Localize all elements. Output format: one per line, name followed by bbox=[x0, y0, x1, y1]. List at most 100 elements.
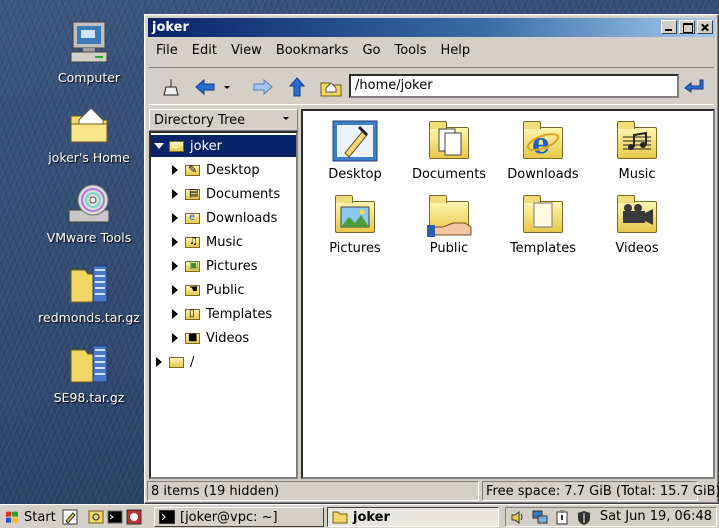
pictures-folder-icon bbox=[331, 191, 379, 239]
clock[interactable]: Sat Jun 19, 06:48 bbox=[600, 509, 712, 524]
tree-item-label: joker bbox=[190, 138, 222, 154]
expander-closed-icon[interactable] bbox=[153, 356, 165, 368]
tree-item-public[interactable]: ☚ Public bbox=[151, 279, 296, 301]
home-folder-icon bbox=[65, 100, 113, 148]
taskbar: Start [joker@vpc: ~] joker Sat Jun 19, 0… bbox=[0, 504, 719, 528]
tree-item-label: Videos bbox=[206, 330, 250, 346]
desktop-icon-computer[interactable]: Computer bbox=[34, 20, 144, 85]
title-bar[interactable]: joker bbox=[148, 18, 715, 37]
expander-closed-icon[interactable] bbox=[169, 284, 181, 296]
go-button[interactable] bbox=[682, 76, 706, 98]
clipboard-icon[interactable] bbox=[554, 510, 570, 525]
tree-item-label: Desktop bbox=[206, 162, 260, 178]
desktop-icon-home[interactable]: joker's Home bbox=[34, 100, 144, 165]
back-button[interactable] bbox=[193, 76, 217, 98]
window-controls bbox=[661, 20, 713, 34]
tree-item-root[interactable]: / bbox=[151, 351, 296, 373]
menu-view[interactable]: View bbox=[224, 40, 269, 62]
file-item-videos[interactable]: Videos bbox=[590, 191, 684, 256]
file-item-public[interactable]: Public bbox=[402, 191, 496, 256]
desktop-icon-label: Computer bbox=[57, 70, 121, 85]
clean-button[interactable] bbox=[159, 76, 183, 98]
menu-bar: File Edit View Bookmarks Go Tools Help bbox=[149, 40, 714, 62]
file-item-downloads[interactable]: e Downloads bbox=[496, 117, 590, 182]
desktop-folder-icon: ✎ bbox=[185, 163, 201, 177]
quicklaunch-system-icon[interactable] bbox=[126, 509, 142, 525]
volume-icon[interactable] bbox=[510, 510, 526, 525]
directory-tree-pane: Directory Tree ⌂ joker ✎ Desktop ▤ Docum… bbox=[149, 109, 298, 479]
address-field[interactable]: /home/joker bbox=[349, 74, 679, 98]
desktop-icon-se98[interactable]: SE98.tar.gz bbox=[34, 340, 144, 405]
forward-button[interactable] bbox=[251, 76, 275, 98]
menu-bookmarks[interactable]: Bookmarks bbox=[269, 40, 356, 62]
file-item-music[interactable]: Music bbox=[590, 117, 684, 182]
expander-closed-icon[interactable] bbox=[169, 212, 181, 224]
tree-item-music[interactable]: ♫ Music bbox=[151, 231, 296, 253]
expander-closed-icon[interactable] bbox=[169, 260, 181, 272]
tree-item-label: Public bbox=[206, 282, 245, 298]
file-item-templates[interactable]: Templates bbox=[496, 191, 590, 256]
start-logo-icon bbox=[6, 511, 18, 523]
tree-item-desktop[interactable]: ✎ Desktop bbox=[151, 159, 296, 181]
up-button[interactable] bbox=[285, 76, 309, 98]
task-button-file-manager[interactable]: joker bbox=[327, 507, 499, 527]
desktop-icon-redmonds[interactable]: redmonds.tar.gz bbox=[34, 260, 144, 325]
tree-item-pictures[interactable]: ▣ Pictures bbox=[151, 255, 296, 277]
tree-item-downloads[interactable]: e Downloads bbox=[151, 207, 296, 229]
tree-item-videos[interactable]: ■ Videos bbox=[151, 327, 296, 349]
maximize-button[interactable] bbox=[679, 20, 695, 34]
menu-edit[interactable]: Edit bbox=[185, 40, 224, 62]
quicklaunch-search-icon[interactable] bbox=[88, 509, 104, 525]
minimize-button[interactable] bbox=[661, 20, 677, 34]
status-free-space: Free space: 7.7 GiB (Total: 15.7 GiB) bbox=[482, 481, 719, 501]
menu-go[interactable]: Go bbox=[355, 40, 387, 62]
shield-icon[interactable] bbox=[576, 510, 592, 525]
menu-help[interactable]: Help bbox=[434, 40, 478, 62]
file-item-pictures[interactable]: Pictures bbox=[308, 191, 402, 256]
public-folder-icon bbox=[425, 191, 473, 239]
file-item-documents[interactable]: Documents bbox=[402, 117, 496, 182]
tree-mode-selector[interactable]: Directory Tree bbox=[149, 109, 298, 131]
music-folder-icon bbox=[613, 117, 661, 165]
file-item-label: Videos bbox=[615, 241, 659, 256]
desktop-icon-label: VMware Tools bbox=[46, 230, 132, 245]
broom-icon bbox=[163, 79, 179, 96]
expander-closed-icon[interactable] bbox=[169, 188, 181, 200]
file-item-label: Public bbox=[429, 241, 469, 256]
tree-item-templates[interactable]: ▯ Templates bbox=[151, 303, 296, 325]
quicklaunch-editor-icon[interactable] bbox=[62, 509, 78, 525]
network-icon[interactable] bbox=[532, 510, 548, 525]
home-button[interactable] bbox=[319, 76, 343, 98]
menu-file[interactable]: File bbox=[149, 40, 185, 62]
enter-arrow-icon bbox=[684, 79, 704, 93]
up-arrow-icon bbox=[288, 77, 306, 97]
task-button-terminal[interactable]: [joker@vpc: ~] bbox=[154, 507, 324, 527]
close-button[interactable] bbox=[697, 20, 713, 34]
expander-closed-icon[interactable] bbox=[169, 164, 181, 176]
toolbar: /home/joker bbox=[149, 67, 714, 105]
tree-item-documents[interactable]: ▤ Documents bbox=[151, 183, 296, 205]
history-dropdown[interactable] bbox=[221, 76, 233, 98]
window-title: joker bbox=[152, 20, 189, 35]
templates-folder-icon: ▯ bbox=[185, 307, 201, 321]
expander-closed-icon[interactable] bbox=[169, 236, 181, 248]
start-button[interactable]: Start bbox=[4, 507, 58, 527]
desktop-icon-vmware[interactable]: VMware Tools bbox=[34, 180, 144, 245]
tree-item-joker[interactable]: ⌂ joker bbox=[151, 135, 296, 157]
file-view: Desktop Documents e Downloads Music Pict… bbox=[301, 109, 715, 479]
terminal-icon bbox=[159, 510, 175, 524]
quicklaunch-terminal-icon[interactable] bbox=[107, 509, 123, 525]
expander-closed-icon[interactable] bbox=[169, 332, 181, 344]
directory-tree: ⌂ joker ✎ Desktop ▤ Documents e Download… bbox=[149, 131, 298, 479]
start-label: Start bbox=[24, 509, 56, 525]
svg-text:e: e bbox=[532, 127, 550, 160]
expander-open-icon[interactable] bbox=[153, 140, 165, 152]
menu-tools[interactable]: Tools bbox=[387, 40, 433, 62]
downloads-folder-icon: e bbox=[519, 117, 567, 165]
file-item-desktop[interactable]: Desktop bbox=[308, 117, 402, 182]
tree-item-label: / bbox=[190, 354, 195, 370]
chevron-down-icon bbox=[224, 86, 230, 89]
expander-closed-icon[interactable] bbox=[169, 308, 181, 320]
tree-header-label: Directory Tree bbox=[154, 113, 246, 128]
archive-icon bbox=[65, 340, 113, 388]
